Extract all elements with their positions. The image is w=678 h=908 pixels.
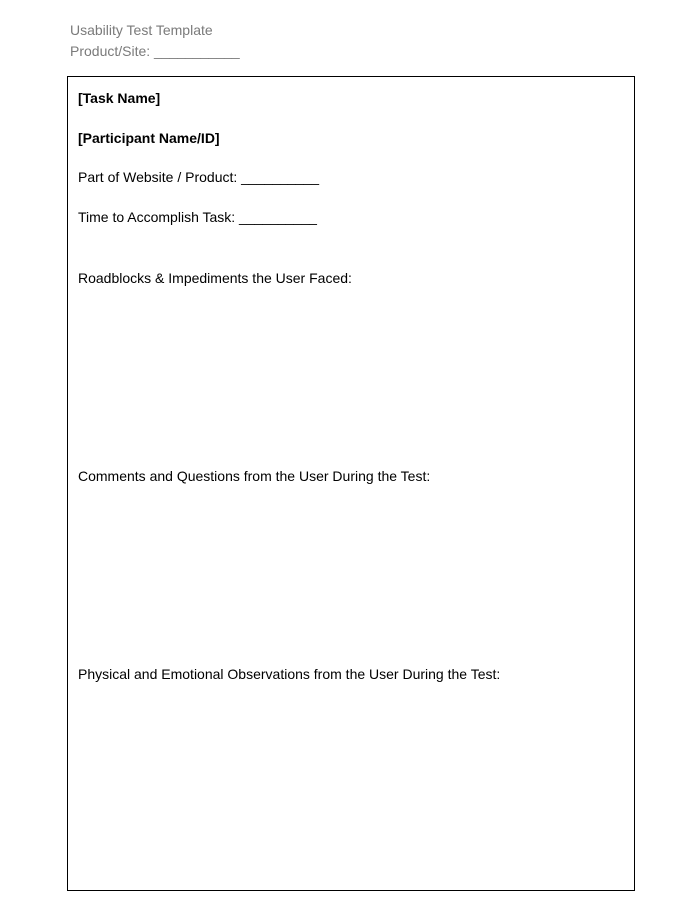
part-website-field: Part of Website / Product: __________ xyxy=(78,168,624,188)
product-site-label: Product/Site: ___________ xyxy=(70,41,678,62)
roadblocks-field: Roadblocks & Impediments the User Faced: xyxy=(78,269,624,289)
participant-field: [Participant Name/ID] xyxy=(78,129,624,149)
form-container: [Task Name] [Participant Name/ID] Part o… xyxy=(67,76,635,891)
observations-field: Physical and Emotional Observations from… xyxy=(78,665,624,685)
time-task-field: Time to Accomplish Task: __________ xyxy=(78,208,624,228)
task-name-field: [Task Name] xyxy=(78,89,624,109)
document-header: Usability Test Template Product/Site: __… xyxy=(0,20,678,62)
template-title: Usability Test Template xyxy=(70,20,678,41)
comments-field: Comments and Questions from the User Dur… xyxy=(78,467,624,487)
